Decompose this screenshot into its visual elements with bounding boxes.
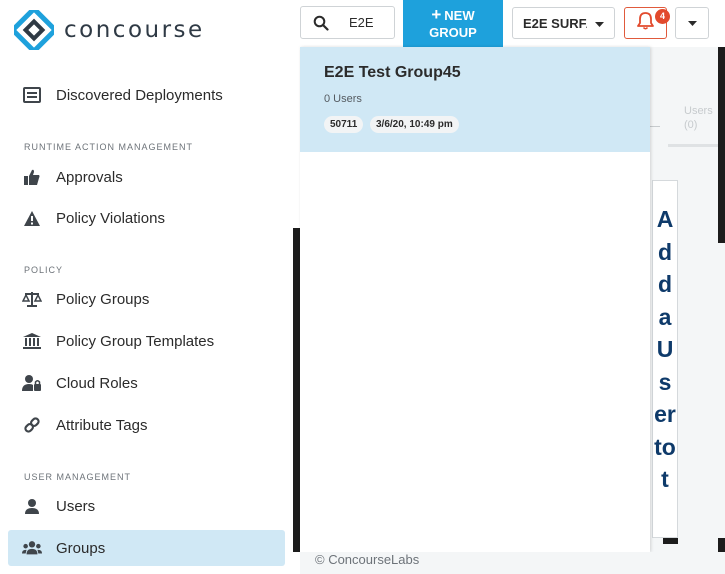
tenant-selector[interactable]: E2E SURFACE — [512, 7, 615, 39]
sidebar-item-label: Attribute Tags — [56, 416, 148, 434]
link-icon — [22, 415, 42, 435]
notification-count-badge: 4 — [655, 9, 670, 24]
section-heading-user-management: USER MANAGEMENT — [24, 472, 132, 482]
divider — [650, 126, 660, 127]
card-scroll-handle — [663, 538, 678, 544]
chevron-down-icon — [595, 16, 604, 31]
search-result-item[interactable]: E2E Test Group45 0 Users 50711 3/6/20, 1… — [300, 47, 650, 152]
bell-icon — [637, 11, 654, 35]
concourse-logo-icon — [14, 10, 54, 50]
tab-underline — [668, 144, 725, 147]
sidebar-item-policy-violations[interactable]: Policy Violations — [8, 200, 285, 236]
section-heading-policy: POLICY — [24, 265, 64, 275]
user-icon — [22, 496, 42, 516]
user-menu-button[interactable] — [675, 7, 709, 39]
users-icon — [22, 538, 42, 558]
sidebar-item-label: Groups — [56, 539, 106, 557]
result-user-count: 0 Users — [324, 93, 362, 105]
balance-scale-icon — [22, 289, 42, 309]
new-group-button[interactable]: + NEW GROUP — [403, 0, 503, 47]
sidebar-item-attribute-tags[interactable]: Attribute Tags — [8, 407, 285, 443]
user-lock-icon — [22, 373, 42, 393]
sidebar-item-label: Policy Violations — [56, 209, 165, 227]
server-icon — [22, 85, 42, 105]
sidebar-item-approvals[interactable]: Approvals — [8, 159, 285, 195]
sidebar-scrollbar[interactable] — [293, 228, 300, 552]
sidebar-item-label: Discovered Deployments — [56, 86, 223, 104]
add-user-text: AddaUsertot — [654, 206, 676, 492]
main-scrollbar-lower[interactable] — [718, 538, 725, 552]
sidebar-item-label: Approvals — [56, 168, 123, 186]
warning-icon — [22, 208, 42, 228]
sidebar-item-policy-group-templates[interactable]: Policy Group Templates — [8, 323, 285, 359]
brand-logo[interactable]: concourse — [14, 10, 205, 50]
result-title: E2E Test Group45 — [324, 64, 461, 81]
bank-icon — [22, 331, 42, 351]
search-box[interactable] — [300, 6, 395, 39]
users-count: (0) — [684, 119, 698, 131]
sidebar-item-groups[interactable]: Groups — [8, 530, 285, 566]
sidebar-item-label: Cloud Roles — [56, 374, 138, 392]
add-user-card[interactable]: AddaUsertot — [652, 180, 678, 538]
sidebar-item-label: Policy Groups — [56, 290, 150, 308]
result-id-badge: 50711 — [324, 116, 364, 133]
new-group-label-line1: NEW — [444, 7, 475, 23]
sidebar-item-policy-groups[interactable]: Policy Groups — [8, 281, 285, 317]
sidebar-item-discovered-deployments[interactable]: Discovered Deployments — [8, 77, 285, 113]
footer-copyright: © ConcourseLabs — [315, 552, 420, 567]
sidebar-item-label: Users — [56, 497, 96, 515]
new-group-label-line2: GROUP — [429, 24, 477, 40]
plus-icon: + — [431, 5, 442, 24]
sidebar-item-label: Policy Group Templates — [56, 332, 215, 350]
result-date-badge: 3/6/20, 10:49 pm — [370, 116, 459, 133]
main-scrollbar[interactable] — [718, 47, 725, 243]
users-tab-label: Users (0) — [684, 104, 713, 132]
search-results-panel: E2E Test Group45 0 Users 50711 3/6/20, 1… — [300, 47, 650, 552]
chevron-down-icon — [687, 14, 697, 32]
thumbs-up-icon — [22, 167, 42, 187]
search-icon — [313, 15, 329, 31]
users-label: Users — [684, 105, 713, 117]
section-heading-runtime: RUNTIME ACTION MANAGEMENT — [24, 142, 194, 152]
sidebar-item-users[interactable]: Users — [8, 488, 285, 524]
brand-name: concourse — [64, 17, 205, 43]
search-input[interactable] — [349, 15, 389, 30]
tenant-name: E2E SURFACE — [523, 15, 587, 31]
sidebar-item-cloud-roles[interactable]: Cloud Roles — [8, 365, 285, 401]
